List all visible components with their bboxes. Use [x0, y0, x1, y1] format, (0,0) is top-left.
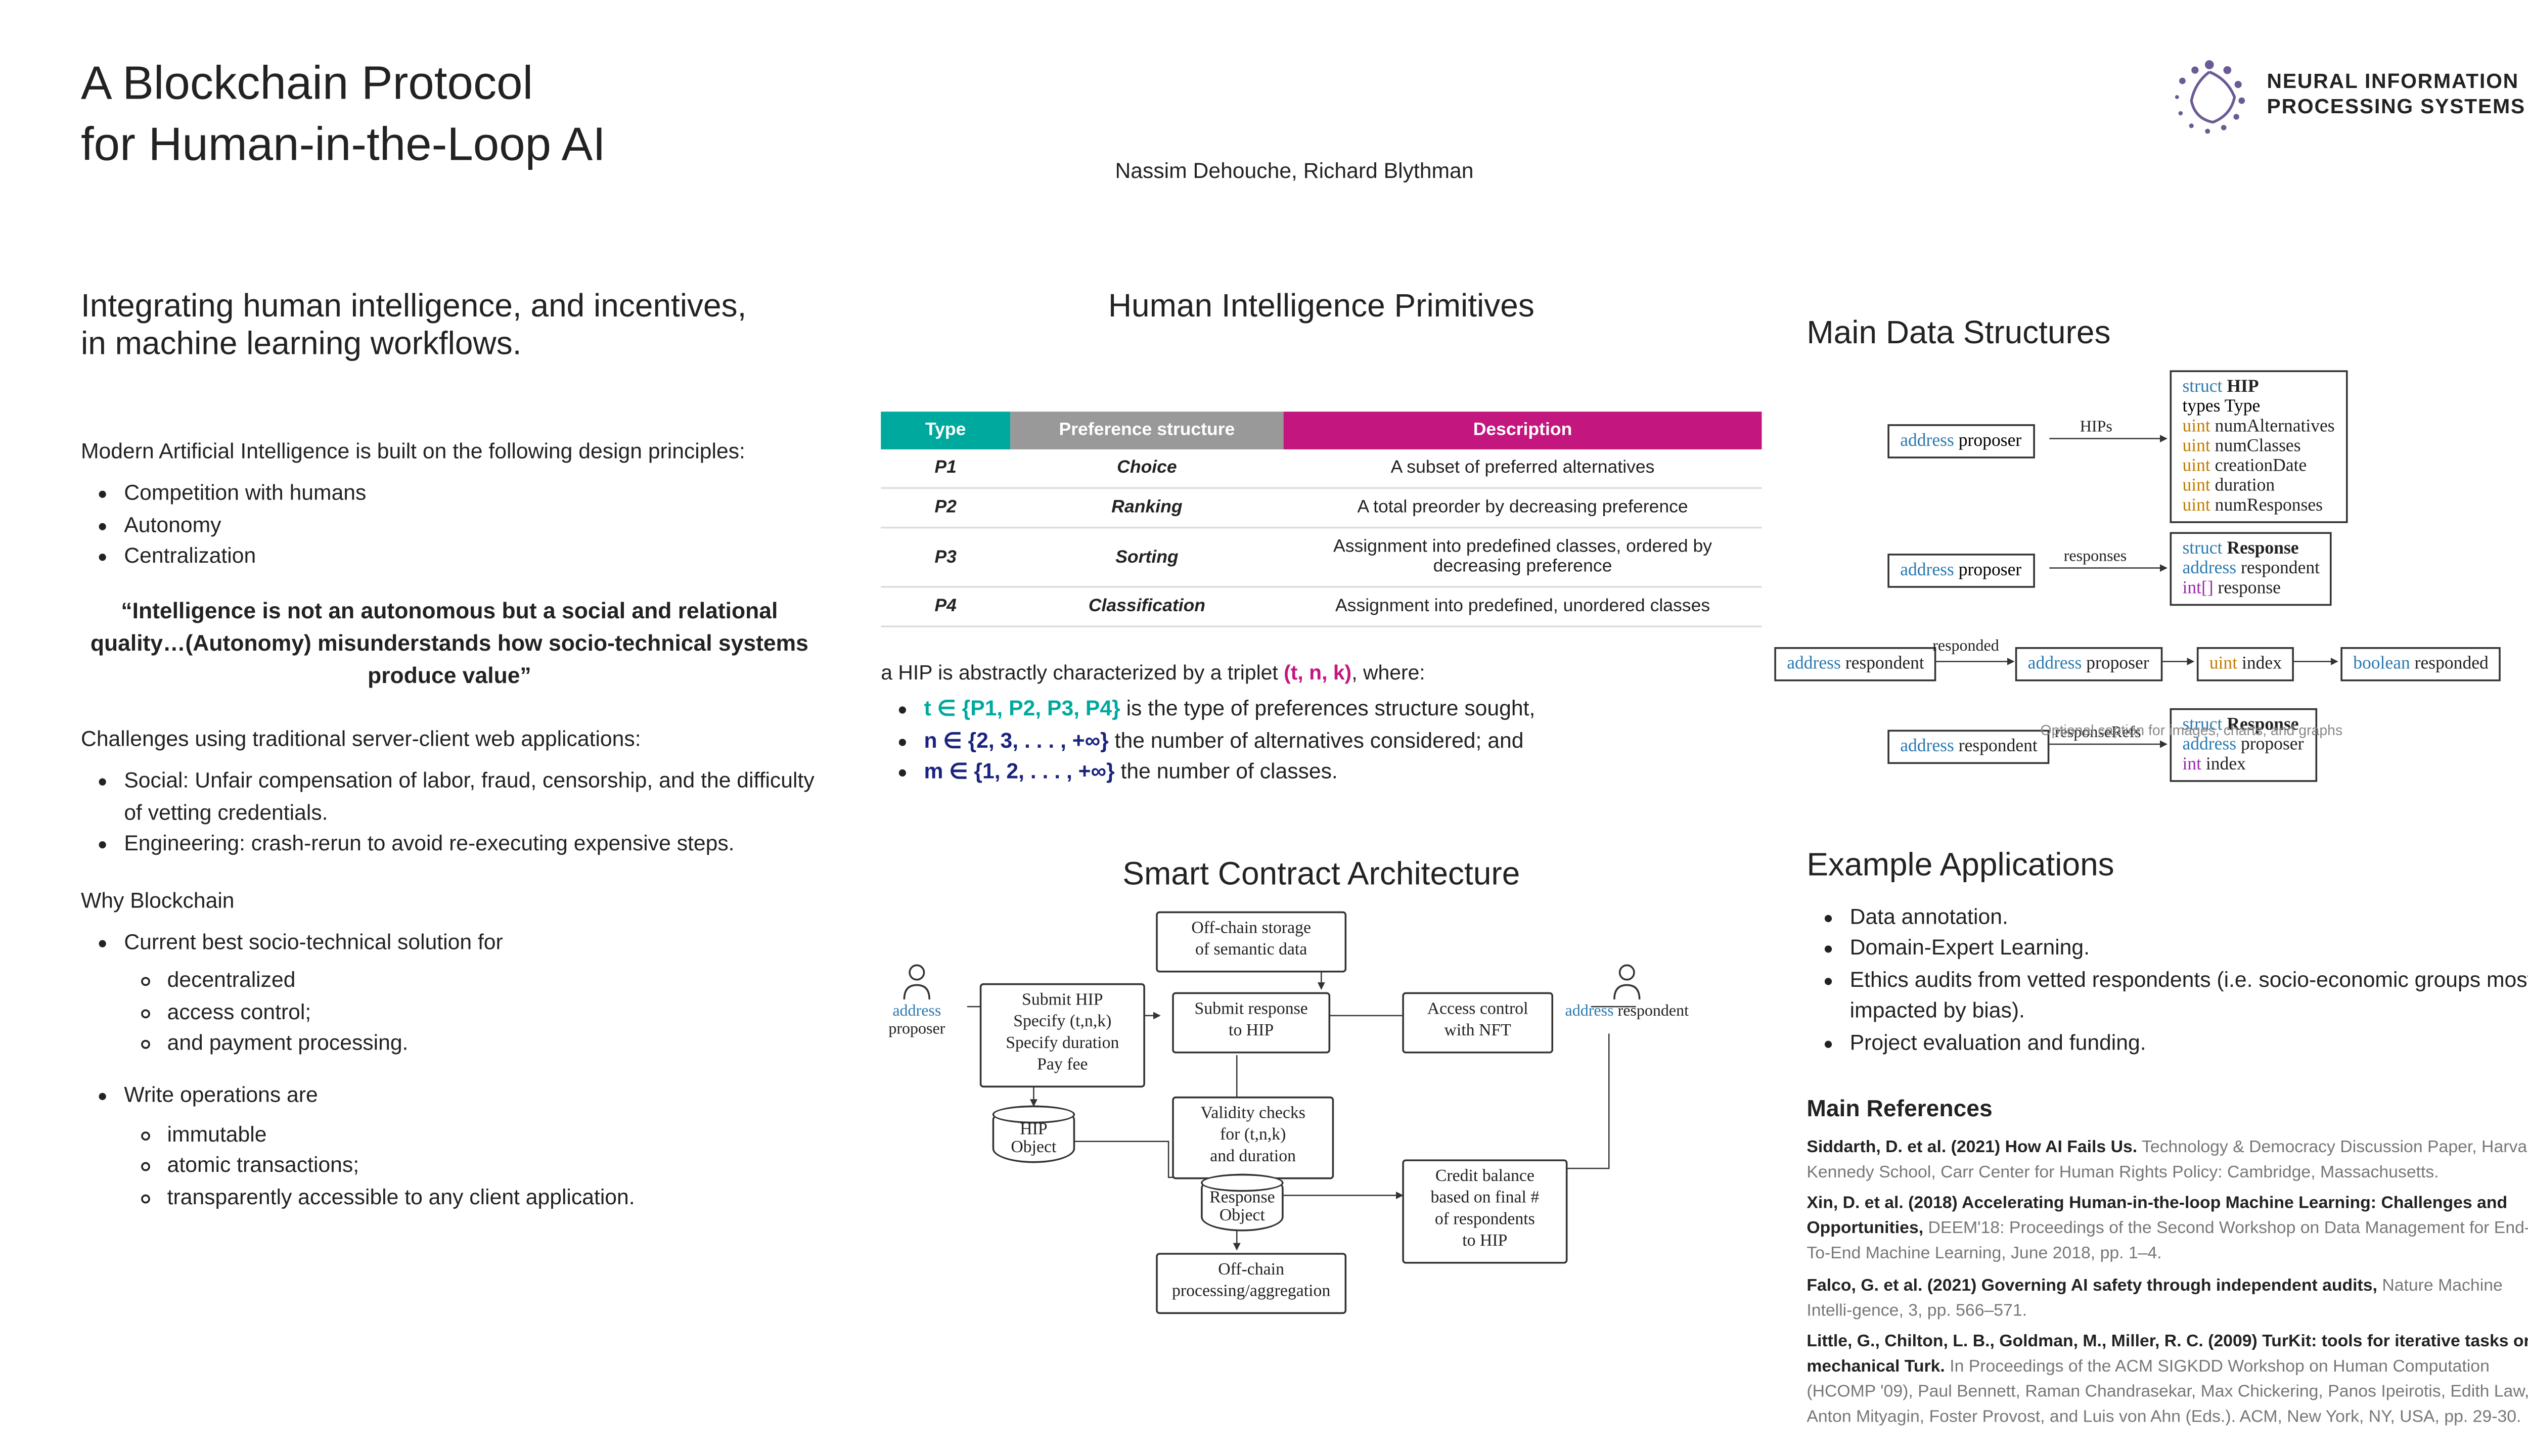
table-header: Description [1284, 412, 1762, 449]
logo-text-2: PROCESSING SYSTEMS [2267, 97, 2525, 122]
table-header: Type [881, 412, 1010, 449]
diagram-caption: Optional caption for images, charts, and… [2041, 722, 2343, 739]
sc-offchain-bot: Off-chainprocessing/aggregation [1156, 1254, 1346, 1314]
ref-item: Little, G., Chilton, L. B., Goldman, M.,… [1807, 1331, 2528, 1430]
sc-submit-hip: Submit HIPSpecify (t,n,k)Specify duratio… [980, 984, 1145, 1087]
refs-heading: Main References [1807, 1095, 2528, 1121]
list-item: immutable [167, 1120, 836, 1151]
table-row: P2RankingA total preorder by decreasing … [881, 488, 1762, 527]
apps-list: Data annotation. Domain-Expert Learning.… [1807, 902, 2528, 1059]
column-left: Integrating human intelligence, and ince… [81, 288, 836, 1235]
ref-item: Siddarth, D. et al. (2021) How AI Fails … [1807, 1136, 2528, 1186]
neurips-logo-icon [2166, 54, 2252, 141]
list-item: Ethics audits from vetted respondents (i… [1850, 965, 2528, 1028]
smart-contract-diagram: Off-chain storageof semantic data Submit… [881, 908, 1762, 1322]
list-item: Write operations are immutable atomic tr… [124, 1081, 836, 1214]
sc-heading: Smart Contract Architecture [881, 856, 1762, 894]
list-item: Competition with humans [124, 479, 836, 510]
sc-proposer-icon: address proposer [863, 963, 971, 1038]
ds-arrow-label: responses [2064, 547, 2127, 565]
list-item: Project evaluation and funding. [1850, 1027, 2528, 1059]
col1-heading: Integrating human intelligence, and ince… [81, 288, 836, 363]
preference-table: Type Preference structure Description P1… [881, 412, 1762, 627]
table-row: P3SortingAssignment into predefined clas… [881, 528, 1762, 587]
ds-box: address proposer [1887, 424, 2034, 459]
sc-submit-response: Submit responseto HIP [1172, 993, 1330, 1054]
ds-box: address respondent [1887, 730, 2050, 764]
column-right: Main Data Structures address proposer HI… [1807, 314, 2528, 1437]
references: Main References Siddarth, D. et al. (202… [1807, 1095, 2528, 1430]
ds-box: address proposer [2015, 647, 2162, 681]
challenges-list: Social: Unfair compensation of labor, fr… [81, 766, 836, 860]
list-item: n ∈ {2, 3, . . . , +∞} the number of alt… [924, 725, 1762, 757]
why-heading: Why Blockchain [81, 885, 836, 917]
hip-heading: Human Intelligence Primitives [881, 288, 1762, 326]
challenges-heading: Challenges using traditional server-clie… [81, 724, 836, 756]
why-list: Current best socio-technical solution fo… [81, 927, 836, 1213]
ds-box: uint index [2197, 647, 2294, 681]
person-icon [1611, 963, 1643, 1002]
triplet-definition: a HIP is abstractly characterized by a t… [881, 660, 1762, 788]
list-item: Data annotation. [1850, 902, 2528, 934]
ds-arrow-label: responded [1932, 636, 1999, 655]
sc-access: Access controlwith NFT [1402, 993, 1553, 1054]
title-line-1: A Blockchain Protocol [81, 56, 533, 110]
logo-text-1: NEURAL INFORMATION [2267, 72, 2525, 97]
list-item: Social: Unfair compensation of labor, fr… [124, 766, 836, 829]
sc-hip-object: HIPObject [992, 1106, 1075, 1164]
list-item: and payment processing. [167, 1028, 836, 1060]
data-structures-diagram: address proposer HIPs struct HIP types T… [1807, 370, 2528, 793]
list-item: atomic transactions; [167, 1151, 836, 1182]
list-item: Current best socio-technical solution fo… [124, 927, 836, 1060]
ds-box-hip: struct HIP types Type uint numAlternativ… [2170, 370, 2348, 523]
sc-offchain-top: Off-chain storageof semantic data [1156, 912, 1346, 973]
ds-box: boolean responded [2340, 647, 2501, 681]
sc-validity: Validity checksfor (t,n,k)and duration [1172, 1097, 1334, 1179]
list-item: Engineering: crash-rerun to avoid re-exe… [124, 829, 836, 860]
col1-quote: “Intelligence is not an autonomous but a… [81, 594, 818, 692]
list-item: Centralization [124, 541, 836, 573]
ds-arrow-label: HIPs [2080, 417, 2112, 435]
ref-item: Xin, D. et al. (2018) Accelerating Human… [1807, 1193, 2528, 1267]
table-row: P4ClassificationAssignment into predefin… [881, 587, 1762, 626]
ds-box: address proposer [1887, 554, 2034, 588]
ds-box: address respondent [1774, 647, 1936, 681]
sc-response-object: ResponseObject [1201, 1174, 1284, 1232]
list-item: decentralized [167, 966, 836, 997]
poster-title: A Blockchain Protocol for Human-in-the-L… [81, 54, 2508, 175]
person-icon [900, 963, 933, 1002]
ds-heading: Main Data Structures [1807, 314, 2528, 352]
authors: Nassim Dehouche, Richard Blythman [81, 158, 2508, 184]
list-item: transparently accessible to any client a… [167, 1182, 836, 1213]
sc-respondent-icon: address respondent [1564, 963, 1690, 1020]
list-item: Domain-Expert Learning. [1850, 934, 2528, 965]
list-item: Autonomy [124, 510, 836, 541]
ds-box-responseref: struct Response address proposer int ind… [2170, 708, 2317, 782]
column-middle: Human Intelligence Primitives Type Prefe… [881, 288, 1762, 1322]
ref-item: Falco, G. et al. (2021) Governing AI saf… [1807, 1274, 2528, 1324]
principles-list: Competition with humans Autonomy Central… [81, 479, 836, 572]
list-item: t ∈ {P1, P2, P3, P4} is the type of pref… [924, 694, 1762, 725]
col1-intro: Modern Artificial Intelligence is built … [81, 437, 836, 468]
apps-heading: Example Applications [1807, 847, 2528, 885]
table-header: Preference structure [1010, 412, 1283, 449]
neurips-logo: NEURAL INFORMATION PROCESSING SYSTEMS [2166, 54, 2528, 141]
ds-box-response: struct Response address respondent int[]… [2170, 532, 2332, 606]
table-row: P1ChoiceA subset of preferred alternativ… [881, 449, 1762, 488]
sc-credit: Credit balancebased on final #of respond… [1402, 1160, 1567, 1263]
list-item: access control; [167, 997, 836, 1028]
list-item: m ∈ {1, 2, . . . , +∞} the number of cla… [924, 757, 1762, 788]
